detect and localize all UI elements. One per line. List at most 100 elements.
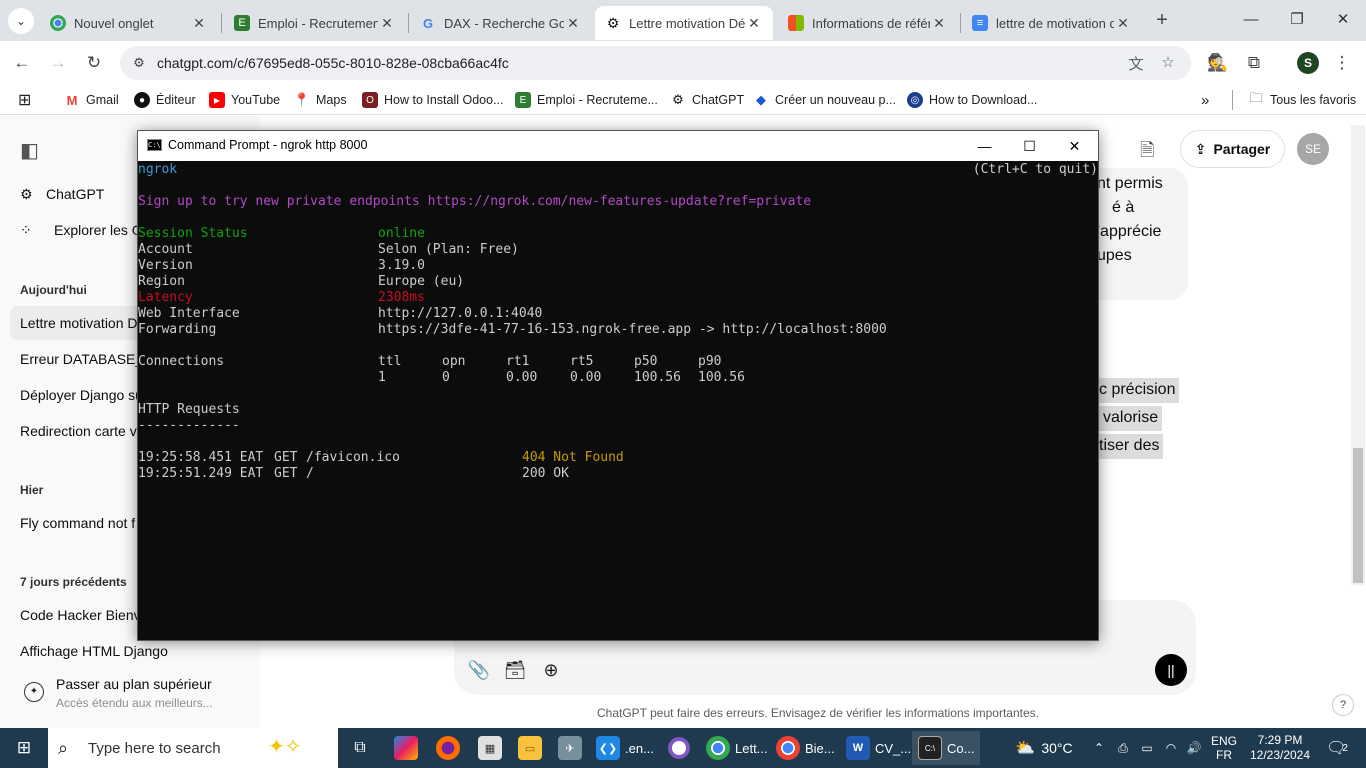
tray-chevron-up-icon[interactable]: ⌃ — [1090, 728, 1108, 768]
user-avatar[interactable]: SE — [1297, 133, 1329, 165]
bookmark-gmail[interactable]: M Gmail — [64, 91, 119, 109]
new-tab-button[interactable]: + — [1150, 8, 1174, 32]
taskbar-search-box[interactable]: ⌕ Type here to search ✦✧ — [48, 728, 338, 768]
conversation-item[interactable]: Erreur DATABASE_U — [20, 351, 153, 367]
browser-tab-4[interactable]: Informations de référ ✕ — [778, 6, 958, 40]
taskbar-app-chrome-lettre[interactable]: Lett... — [706, 734, 768, 762]
close-icon[interactable]: ✕ — [190, 15, 208, 32]
conversation-item[interactable]: Affichage HTML Django — [20, 643, 168, 659]
url-text[interactable]: chatgpt.com/c/67695ed8-055c-8010-828e-08… — [157, 55, 509, 71]
calendar-app-icon[interactable]: ▦ — [478, 734, 507, 762]
sidebar-nav-explore[interactable]: ⁘ Explorer les G — [20, 222, 143, 239]
bookmark-creer[interactable]: ◆ Créer un nouveau p... — [753, 91, 896, 109]
file-explorer-icon[interactable]: ▭ — [518, 734, 547, 762]
all-bookmarks-folder[interactable]: 🗀 Tous les favoris — [1248, 90, 1357, 109]
nav-label: ChatGPT — [46, 186, 105, 202]
profile-avatar[interactable]: S — [1297, 52, 1319, 74]
wifi-icon[interactable]: ◠ — [1162, 728, 1180, 768]
cmd-minimize-icon[interactable]: — — [962, 131, 1007, 161]
apps-grid-icon[interactable]: ⊞ — [18, 91, 31, 109]
cmd-close-icon[interactable]: ✕ — [1052, 131, 1097, 161]
copilot-icon[interactable] — [394, 734, 423, 762]
extension-detective-icon[interactable]: 🕵 — [1204, 49, 1232, 77]
conversation-item[interactable]: Redirection carte ve — [20, 423, 145, 439]
browser-tab-2[interactable]: G DAX - Recherche Google ✕ — [410, 6, 592, 40]
canvas-doc-icon[interactable]: 🗎 — [1140, 138, 1154, 168]
upgrade-subtitle: Accès étendu aux meilleurs... — [56, 696, 213, 710]
conn-value: 100.56 — [698, 370, 745, 385]
scrollbar-thumb[interactable] — [1353, 448, 1363, 583]
bookmark-youtube[interactable]: ▶ YouTube — [209, 91, 280, 109]
command-prompt-window[interactable]: C:\ Command Prompt - ngrok http 8000 — ☐… — [137, 130, 1099, 641]
windows-taskbar: ⊞ ⌕ Type here to search ✦✧ ⧉ ▦ ▭ ✈ ❮❯ .e… — [0, 728, 1366, 768]
task-view-icon[interactable]: ⧉ — [348, 734, 377, 762]
bookmark-download[interactable]: ◎ How to Download... — [907, 91, 1037, 109]
close-icon[interactable]: ✕ — [378, 15, 396, 32]
tab-search-button[interactable]: ⌄ — [8, 8, 34, 34]
reload-icon[interactable]: ↻ — [80, 49, 108, 77]
firefox-icon[interactable] — [436, 734, 465, 762]
weather-widget[interactable]: ⛅ 30°C — [1004, 728, 1084, 768]
conversation-item[interactable]: Déployer Django su — [20, 387, 143, 403]
help-button[interactable]: ? — [1332, 694, 1354, 716]
browser-tab-5[interactable]: ≡ lettre de motivation d ✕ — [962, 6, 1142, 40]
sidebar-toggle-icon[interactable]: ◧ — [20, 138, 39, 163]
address-bar[interactable]: ⚙ chatgpt.com/c/67695ed8-055c-8010-828e-… — [120, 46, 1191, 80]
browser-tab-3-active[interactable]: ⚙ Lettre motivation Dé ✕ — [595, 6, 773, 40]
minimize-icon[interactable]: — — [1228, 0, 1274, 40]
browser-tab-1[interactable]: E Emploi - Recrutement ✕ — [224, 6, 406, 40]
cmd-titlebar[interactable]: C:\ Command Prompt - ngrok http 8000 — ☐… — [138, 131, 1098, 161]
meet-now-icon[interactable]: ⎙ — [1114, 728, 1132, 768]
forward-arrow-icon[interactable]: → — [44, 49, 72, 77]
upgrade-plan-link[interactable]: Passer au plan supérieur — [56, 676, 212, 692]
translate-icon[interactable]: 文 — [1126, 53, 1146, 73]
restore-icon[interactable]: ❐ — [1274, 0, 1320, 40]
console-output[interactable]: ngrok (Ctrl+C to quit) Sign up to try ne… — [138, 161, 1098, 641]
bookmark-emploi[interactable]: E Emploi - Recruteme... — [515, 91, 658, 109]
language-indicator[interactable]: ENG FR — [1206, 728, 1242, 768]
taskbar-app-label: Lett... — [735, 740, 768, 756]
extensions-puzzle-icon[interactable]: ⧉ — [1240, 49, 1268, 77]
conversation-item[interactable]: Fly command not f — [20, 515, 135, 531]
bookmark-maps[interactable]: 📍 Maps — [294, 91, 347, 109]
close-window-icon[interactable]: ✕ — [1320, 0, 1366, 40]
taskbar-app-cmd[interactable]: C:\ Co... — [912, 731, 981, 765]
close-icon[interactable]: ✕ — [930, 15, 948, 32]
bookmark-star-icon[interactable]: ☆ — [1158, 53, 1178, 73]
taskbar-app-chrome-bie[interactable]: Bie... — [776, 734, 835, 762]
volume-icon[interactable]: 🔊 — [1184, 728, 1204, 768]
web-search-globe-icon[interactable]: ⊕ — [538, 657, 564, 683]
site-info-icon[interactable]: ⚙ — [130, 54, 148, 72]
notification-center[interactable]: 🗨 2 — [1322, 728, 1352, 768]
cmd-window-title: Command Prompt - ngrok http 8000 — [168, 138, 368, 152]
close-icon[interactable]: ✕ — [745, 15, 763, 32]
windows-start-icon[interactable]: ⊞ — [0, 728, 48, 768]
browser-tab-0[interactable]: Nouvel onglet ✕ — [40, 6, 218, 40]
app-icon[interactable]: ✈ — [558, 734, 587, 762]
bookmark-editeur[interactable]: ● Éditeur — [134, 91, 196, 109]
media-player-icon[interactable] — [668, 734, 695, 762]
voice-mode-button[interactable]: || — [1155, 654, 1187, 686]
close-icon[interactable]: ✕ — [564, 15, 582, 32]
bookmark-odoo[interactable]: O How to Install Odoo... — [362, 91, 504, 109]
close-icon[interactable]: ✕ — [1114, 15, 1132, 32]
conversation-item[interactable]: Lettre motivation D — [20, 315, 138, 331]
tools-icon[interactable]: 🗃 — [502, 657, 528, 683]
bookmark-chatgpt[interactable]: ⚙ ChatGPT — [670, 91, 744, 109]
cmd-maximize-icon[interactable]: ☐ — [1007, 131, 1052, 161]
conversation-item[interactable]: Code Hacker Bienv — [20, 607, 141, 623]
back-arrow-icon[interactable]: ← — [8, 49, 36, 77]
taskbar-app-word[interactable]: W CV_... — [846, 734, 911, 762]
clock[interactable]: 7:29 PM 12/23/2024 — [1244, 728, 1316, 768]
taskbar-app-vscode[interactable]: ❮❯ .en... — [596, 734, 654, 762]
share-button[interactable]: ⇪ Partager — [1180, 130, 1285, 168]
clock-date: 12/23/2024 — [1249, 748, 1311, 762]
battery-icon[interactable]: ▭ — [1138, 728, 1156, 768]
word-icon: W — [846, 736, 870, 760]
attach-paperclip-icon[interactable]: 📎 — [466, 657, 492, 683]
sidebar-nav-chatgpt[interactable]: ⚙ ChatGPT — [20, 186, 104, 203]
menu-kebab-icon[interactable]: ⋮ — [1328, 49, 1356, 77]
all-bookmarks-label: Tous les favoris — [1270, 93, 1357, 107]
notification-count: 2 — [1342, 742, 1348, 754]
more-bookmarks-chevron-icon[interactable]: » — [1201, 91, 1209, 109]
